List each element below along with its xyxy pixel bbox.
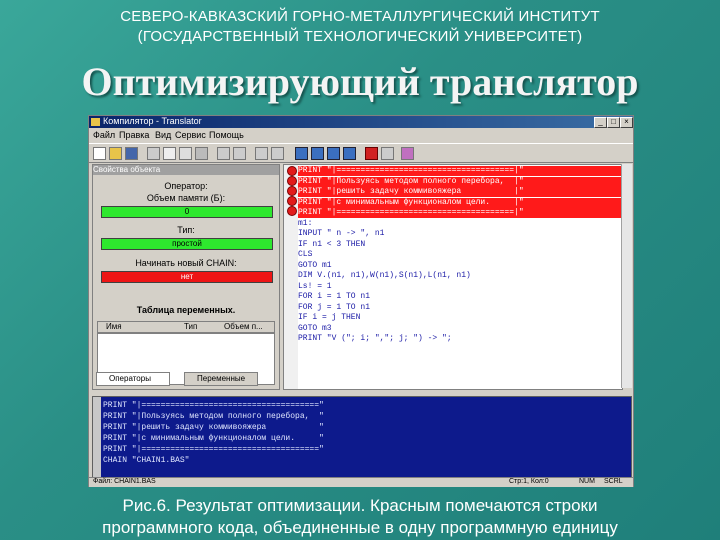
outdent-icon[interactable]: [271, 147, 284, 160]
code-line[interactable]: PRINT "V ("; i; ","; j; ") -> ";: [298, 334, 622, 344]
institute-name: СЕВЕРО-КАВКАЗСКИЙ ГОРНО-МЕТАЛЛУРГИЧЕСКИЙ…: [120, 8, 600, 25]
translator-window: Компилятор - Translator _ □ × Файл Правк…: [88, 115, 634, 487]
new-chain-label: Начинать новый CHAIN:: [135, 258, 237, 268]
editor-gutter: [284, 165, 298, 389]
close-button[interactable]: ×: [620, 117, 633, 128]
help-icon[interactable]: [401, 147, 414, 160]
menu-bar: Файл Правка Вид Сервис Помощь: [89, 129, 633, 141]
menu-help[interactable]: Помощь: [209, 130, 244, 140]
cut-icon[interactable]: [147, 147, 160, 160]
tab-variables[interactable]: Переменные: [184, 372, 258, 386]
code-line[interactable]: GOTO m1: [298, 261, 622, 271]
code-line[interactable]: PRINT "|================================…: [298, 208, 622, 218]
caption-line-2: программного кода, объединенные в одну п…: [102, 518, 618, 537]
grid-icon[interactable]: [327, 147, 340, 160]
code-line[interactable]: INPUT " n -> ", n1: [298, 229, 622, 239]
undo-icon[interactable]: [195, 147, 208, 160]
tab-operators[interactable]: Операторы: [96, 372, 170, 386]
variables-table-title: Таблица переменных.: [136, 305, 236, 315]
column-name[interactable]: Имя: [106, 322, 122, 331]
code-line[interactable]: m1:: [298, 219, 622, 229]
menu-view[interactable]: Вид: [155, 130, 171, 140]
type-value: простой: [101, 238, 273, 250]
output-pane: PRINT "|================================…: [92, 396, 632, 478]
breakpoint-icon[interactable]: [287, 176, 297, 186]
menu-edit[interactable]: Правка: [119, 130, 149, 140]
code-line[interactable]: FOR j = 1 TO n1: [298, 303, 622, 313]
copy-icon[interactable]: [163, 147, 176, 160]
new-chain-value: нет: [101, 271, 273, 283]
panel-title: Свойства объекта: [93, 165, 279, 175]
paste-icon[interactable]: [179, 147, 192, 160]
menu-file[interactable]: Файл: [93, 130, 115, 140]
variables-table-header: Имя Тип Объем п...: [97, 321, 275, 333]
output-line: PRINT "|Пользуясь методом полного перебо…: [103, 412, 324, 421]
indent-icon[interactable]: [255, 147, 268, 160]
institute-subtitle: (ГОСУДАРСТВЕННЫЙ ТЕХНОЛОГИЧЕСКИЙ УНИВЕРС…: [137, 28, 583, 45]
minimize-button[interactable]: _: [594, 117, 607, 128]
menu-tools[interactable]: Сервис: [175, 130, 206, 140]
output-line: PRINT "|================================…: [103, 445, 324, 454]
output-line: PRINT "|с минимальным функционалом цели.…: [103, 434, 324, 443]
panel-tabs: Операторы Переменные: [92, 370, 278, 386]
status-num: NUM: [579, 478, 595, 485]
app-icon: [91, 118, 100, 126]
status-bar: Файл: CHAIN1.BAS Стр:1, Кол:0 NUM SCRL: [89, 477, 633, 487]
column-type[interactable]: Тип: [184, 322, 197, 331]
type-label: Тип:: [177, 225, 195, 235]
slide-title: Оптимизирующий транслятор: [81, 59, 639, 104]
memory-size-value: 0: [101, 206, 273, 218]
compile-icon[interactable]: [295, 147, 308, 160]
code-line[interactable]: PRINT "|================================…: [298, 166, 622, 176]
editor-scrollbar[interactable]: [621, 164, 632, 388]
breakpoint-icon[interactable]: [287, 166, 297, 176]
status-scrl: SCRL: [604, 478, 623, 485]
output-gutter: [93, 397, 101, 477]
code-line[interactable]: PRINT "|с минимальным функционалом цели.…: [298, 197, 622, 208]
panel-icon[interactable]: [343, 147, 356, 160]
window-titlebar: Компилятор - Translator _ □ ×: [89, 116, 633, 128]
toolbar: [89, 143, 633, 163]
output-line: PRINT "|================================…: [103, 401, 324, 410]
open-folder-icon[interactable]: [109, 147, 122, 160]
status-file: Файл: CHAIN1.BAS: [93, 478, 156, 485]
code-line[interactable]: IF n1 < 3 THEN: [298, 240, 622, 250]
window-title: Компилятор - Translator: [103, 116, 202, 126]
breakpoint-icon[interactable]: [287, 206, 297, 216]
status-position: Стр:1, Кол:0: [509, 478, 549, 485]
new-file-icon[interactable]: [93, 147, 106, 160]
replace-icon[interactable]: [233, 147, 246, 160]
breakpoint-icon[interactable]: [287, 196, 297, 206]
code-line[interactable]: PRINT "|решить задачу коммивояжера |": [298, 187, 622, 197]
operator-label: Оператор:: [164, 181, 208, 191]
code-line[interactable]: CLS: [298, 250, 622, 260]
maximize-button[interactable]: □: [607, 117, 620, 128]
code-line[interactable]: FOR i = 1 TO n1: [298, 292, 622, 302]
output-line: CHAIN "CHAIN1.BAS": [103, 456, 190, 465]
output-line: PRINT "|решить задачу коммивояжера ": [103, 423, 324, 432]
settings-icon[interactable]: [381, 147, 394, 160]
code-line[interactable]: PRINT "|Пользуясь методом полного перебо…: [298, 176, 622, 187]
code-line[interactable]: Ls! = 1: [298, 282, 622, 292]
save-icon[interactable]: [125, 147, 138, 160]
memory-size-label: Объем памяти (Б):: [146, 193, 226, 203]
figure-caption: Рис.6. Результат оптимизации. Красным по…: [0, 495, 720, 539]
breakpoint-icon[interactable]: [287, 186, 297, 196]
debug-icon[interactable]: [365, 147, 378, 160]
properties-panel: Свойства объекта Оператор: Объем памяти …: [92, 164, 280, 390]
column-size[interactable]: Объем п...: [224, 322, 263, 331]
find-icon[interactable]: [217, 147, 230, 160]
code-line[interactable]: IF i = j THEN: [298, 313, 622, 323]
code-line[interactable]: DIM V.(n1, n1),W(n1),S(n1),L(n1, n1): [298, 271, 622, 281]
caption-line-1: Рис.6. Результат оптимизации. Красным по…: [122, 496, 598, 515]
run-icon[interactable]: [311, 147, 324, 160]
code-line[interactable]: GOTO m3: [298, 324, 622, 334]
code-editor[interactable]: PRINT "|================================…: [283, 164, 623, 390]
